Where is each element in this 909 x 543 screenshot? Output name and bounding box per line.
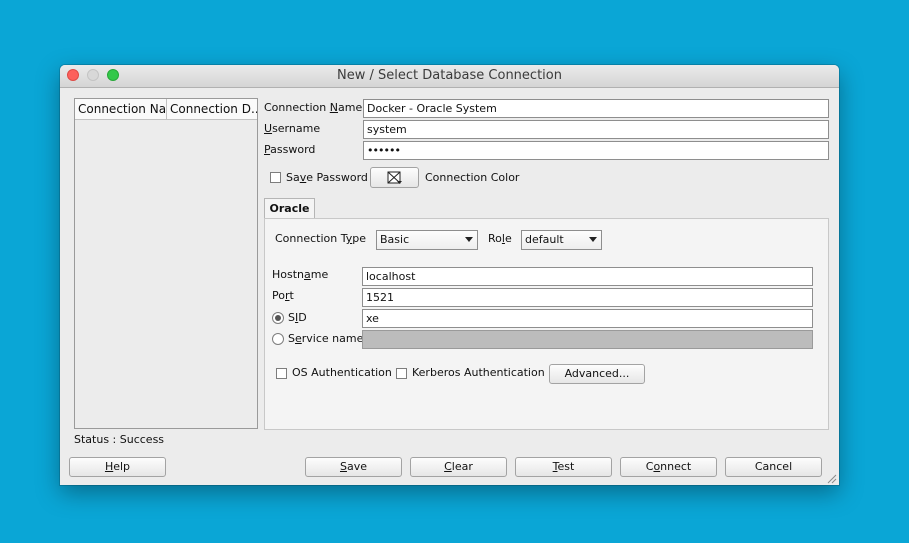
username-label: Username	[264, 122, 321, 135]
role-select[interactable]: default	[521, 230, 602, 250]
hostname-label: Hostname	[272, 268, 329, 281]
kerberos-authentication-label: Kerberos Authentication	[412, 366, 545, 379]
advanced-button[interactable]: Advanced...	[549, 364, 645, 384]
service-name-input[interactable]	[362, 330, 813, 349]
connection-name-label: Connection Name	[264, 101, 363, 114]
role-value: default	[525, 233, 564, 246]
help-button[interactable]: Help	[69, 457, 166, 477]
connection-color-label: Connection Color	[425, 171, 520, 184]
sid-radio[interactable]	[272, 312, 284, 324]
connect-button[interactable]: Connect	[620, 457, 717, 477]
status-text: Status : Success	[74, 433, 165, 446]
role-label: Role	[488, 232, 512, 245]
connection-color-button[interactable]	[370, 167, 419, 188]
chevron-down-icon	[465, 237, 473, 242]
sid-label: SID	[288, 311, 307, 324]
connection-list-header: Connection Na... Connection D...	[75, 99, 257, 120]
username-input[interactable]	[363, 120, 829, 139]
kerberos-authentication-checkbox[interactable]	[396, 368, 407, 379]
save-button[interactable]: Save	[305, 457, 402, 477]
connection-type-select[interactable]: Basic	[376, 230, 478, 250]
title-bar: New / Select Database Connection	[60, 65, 839, 88]
connection-name-input[interactable]	[363, 99, 829, 118]
test-button[interactable]: Test	[515, 457, 612, 477]
connection-type-value: Basic	[380, 233, 410, 246]
connection-type-label: Connection Type	[275, 232, 367, 245]
color-picker-icon	[387, 171, 402, 184]
dialog-window: New / Select Database Connection Connect…	[60, 65, 839, 485]
sid-input[interactable]	[362, 309, 813, 328]
service-name-radio[interactable]	[272, 333, 284, 345]
resize-grip-icon[interactable]	[825, 472, 837, 484]
column-header-connection-details[interactable]: Connection D...	[167, 99, 257, 119]
password-label: Password	[264, 143, 316, 156]
save-password-label: Save Password	[286, 171, 368, 184]
tab-oracle[interactable]: Oracle	[264, 198, 315, 219]
port-input[interactable]	[362, 288, 813, 307]
service-name-label: Service name	[288, 332, 364, 345]
hostname-input[interactable]	[362, 267, 813, 286]
os-authentication-label: OS Authentication	[292, 366, 392, 379]
os-authentication-checkbox[interactable]	[276, 368, 287, 379]
chevron-down-icon	[589, 237, 597, 242]
password-input[interactable]	[363, 141, 829, 160]
connection-list[interactable]: Connection Na... Connection D...	[74, 98, 258, 429]
cancel-button[interactable]: Cancel	[725, 457, 822, 477]
save-password-checkbox[interactable]	[270, 172, 281, 183]
port-label: Port	[272, 289, 294, 302]
window-title: New / Select Database Connection	[337, 68, 562, 83]
clear-button[interactable]: Clear	[410, 457, 507, 477]
column-header-connection-name[interactable]: Connection Na...	[75, 99, 167, 119]
